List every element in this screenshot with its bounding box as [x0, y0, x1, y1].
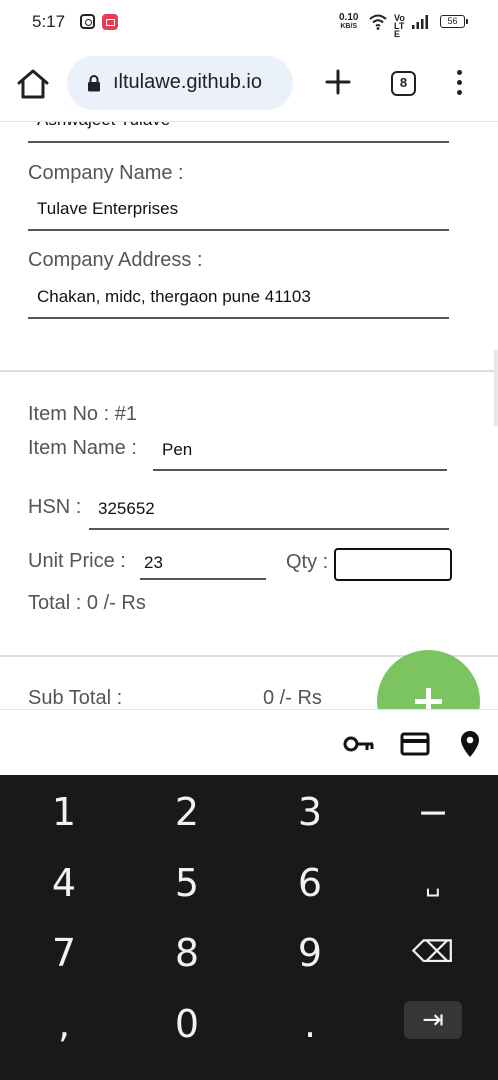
company-name-input[interactable]: Tulave Enterprises [37, 199, 178, 219]
url-text[interactable]: ıltulawe.github.io [113, 71, 262, 94]
company-name-label: Company Name : [28, 162, 184, 184]
key-4[interactable]: 4 [24, 853, 104, 913]
numeric-keyboard: 1 2 3 − 4 5 6 ␣ 7 8 9 ⌫ , 0 . ⇥ [0, 775, 498, 1080]
status-time: 5:17 [32, 12, 66, 31]
key-2[interactable]: 2 [147, 782, 227, 842]
item-total: Total : 0 /- Rs [28, 592, 146, 614]
browser-toolbar: ıltulawe.github.io 8 [0, 44, 498, 122]
backspace-key[interactable]: ⌫ [393, 923, 473, 983]
autofill-bar [0, 709, 498, 775]
key-1[interactable]: 1 [24, 782, 104, 842]
tab-switcher-button[interactable]: 8 [391, 71, 416, 96]
hsn-underline [89, 528, 449, 530]
key-5[interactable]: 5 [147, 853, 227, 913]
address-bar[interactable]: ıltulawe.github.io [67, 56, 293, 110]
overflow-menu-icon[interactable] [449, 70, 469, 98]
unit-price-input[interactable]: 23 [144, 553, 163, 573]
wifi-icon [369, 14, 387, 30]
qty-label: Qty : [286, 551, 329, 573]
instagram-icon [80, 14, 95, 29]
location-icon[interactable] [458, 729, 482, 759]
company-address-label: Company Address : [28, 249, 203, 271]
item-name-underline [153, 469, 447, 471]
new-tab-icon[interactable] [324, 68, 352, 96]
tab-icon: ⇥ [422, 1005, 444, 1035]
key-8[interactable]: 8 [147, 923, 227, 983]
sub-total-value: 0 /- Rs [263, 687, 322, 709]
company-name-underline [28, 229, 449, 231]
volte-indicator: Vo LTE [394, 13, 405, 39]
key-icon[interactable] [343, 729, 375, 759]
company-address-input[interactable]: Chakan, midc, thergaon pune 41103 [37, 287, 311, 307]
card-icon[interactable] [400, 729, 430, 759]
battery-indicator: 56 [440, 15, 468, 28]
add-item-button[interactable] [377, 650, 480, 710]
key-3[interactable]: 3 [270, 782, 350, 842]
home-icon[interactable] [16, 68, 50, 100]
unit-price-underline [140, 578, 266, 580]
owner-name-underline [28, 141, 449, 143]
next-field-key[interactable]: ⇥ [404, 1001, 462, 1039]
owner-name-value[interactable]: Ashwajeet Tulave [37, 122, 170, 130]
screen-record-icon [102, 14, 118, 30]
key-7[interactable]: 7 [24, 923, 104, 983]
key-6[interactable]: 6 [270, 853, 350, 913]
section-divider [0, 370, 498, 372]
key-space[interactable]: ␣ [393, 853, 473, 913]
item-number-label: Item No : #1 [28, 403, 137, 425]
key-minus[interactable]: − [393, 782, 473, 842]
lock-icon [88, 75, 100, 92]
hsn-input[interactable]: 325652 [98, 499, 155, 519]
key-9[interactable]: 9 [270, 923, 350, 983]
key-period[interactable]: . [270, 994, 350, 1054]
hsn-label: HSN : [28, 496, 82, 518]
scroll-indicator [494, 349, 498, 427]
key-0[interactable]: 0 [147, 994, 227, 1054]
company-address-underline [28, 317, 449, 319]
unit-price-label: Unit Price : [28, 550, 126, 572]
status-bar: 5:17 0.10 KB/S Vo LTE 56 [0, 0, 498, 44]
qty-input[interactable] [334, 548, 452, 581]
key-comma[interactable]: , [24, 994, 104, 1054]
network-speed-unit: KB/S [340, 23, 358, 30]
invoice-form: Ashwajeet Tulave Company Name : Tulave E… [0, 122, 498, 710]
item-name-input[interactable]: Pen [162, 440, 192, 460]
signal-icon [412, 15, 428, 29]
sub-total-label: Sub Total : [28, 687, 123, 709]
item-name-label: Item Name : [28, 437, 137, 459]
network-speed: 0.10 KB/S [339, 13, 358, 31]
